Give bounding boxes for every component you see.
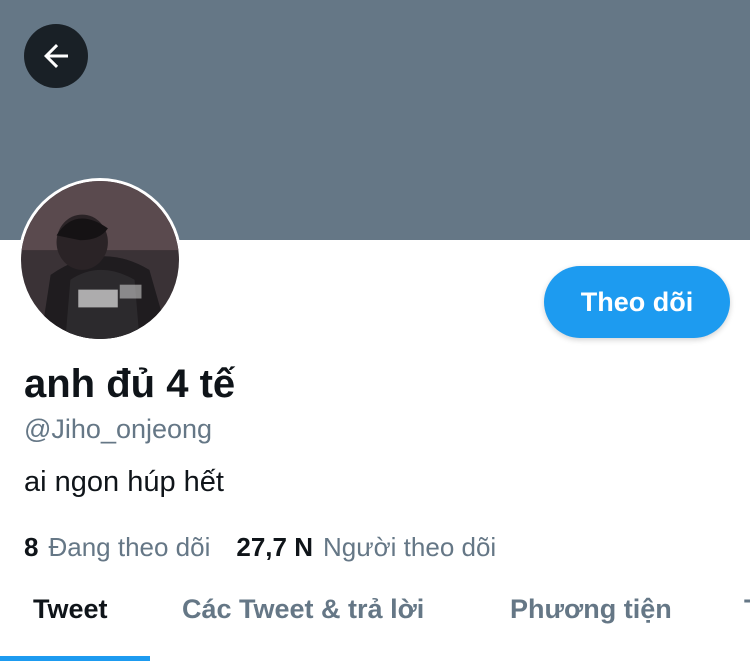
avatar[interactable] bbox=[18, 178, 182, 342]
arrow-left-icon bbox=[44, 44, 68, 68]
profile-tabs: Tweet Các Tweet & trả lời Phương tiện Th… bbox=[0, 580, 750, 672]
followers-count: 27,7 N bbox=[236, 532, 313, 562]
follow-button[interactable]: Theo dõi bbox=[544, 266, 730, 338]
user-handle: @Jiho_onjeong bbox=[24, 414, 213, 444]
followers-label: Người theo dõi bbox=[322, 532, 497, 562]
back-button[interactable] bbox=[24, 24, 88, 88]
following-count: 8 bbox=[24, 532, 39, 562]
tab-tweets-replies[interactable]: Các Tweet & trả lời bbox=[182, 594, 424, 625]
following-stat[interactable]: 8 Đang theo dõi bbox=[24, 532, 210, 563]
profile-stats: 8 Đang theo dõi 27,7 N Người theo dõi bbox=[24, 532, 496, 563]
tab-media[interactable]: Phương tiện bbox=[510, 594, 672, 625]
tab-tweets[interactable]: Tweet bbox=[33, 594, 108, 625]
display-name: anh đủ 4 tế bbox=[24, 362, 236, 406]
following-label: Đang theo dõi bbox=[48, 532, 211, 562]
followers-stat[interactable]: 27,7 N Người theo dõi bbox=[236, 532, 496, 563]
profile-bio: ai ngon húp hết bbox=[24, 466, 224, 498]
tab-likes[interactable]: Thích bbox=[744, 594, 750, 625]
active-tab-indicator bbox=[0, 656, 150, 661]
avatar-photo bbox=[21, 181, 179, 339]
